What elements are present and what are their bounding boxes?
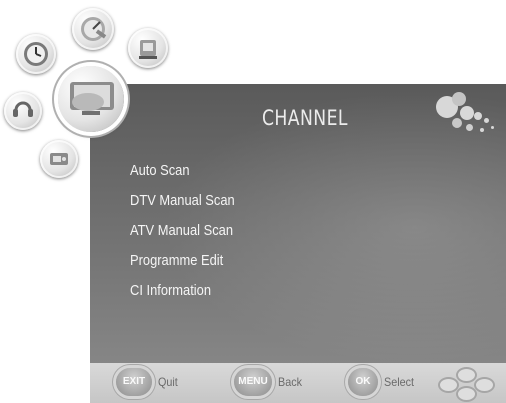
menu-title: CHANNEL [262,106,348,130]
channel-menu-panel: CHANNEL Auto Scan DTV Manual Scan ATV Ma… [90,84,506,403]
ok-button[interactable]: OK [348,368,378,396]
navigation-pad-icon [434,367,496,402]
quit-label: Quit [158,375,178,389]
clock-icon[interactable] [16,34,56,74]
brand-logo-icon [436,92,500,136]
gauge-icon[interactable] [72,8,114,50]
lock-icon[interactable] [128,28,168,68]
menu-item-atv-manual-scan[interactable]: ATV Manual Scan [130,216,235,246]
back-label: Back [278,375,303,389]
menu-button[interactable]: MENU [234,368,272,396]
footer-bar: EXIT Quit MENU Back OK Select [90,363,506,403]
menu-item-auto-scan[interactable]: Auto Scan [130,156,235,186]
select-label: Select [384,375,415,389]
exit-button[interactable]: EXIT [116,368,152,396]
settings-icon[interactable] [40,140,78,178]
menu-item-dtv-manual-scan[interactable]: DTV Manual Scan [130,186,235,216]
menu-item-ci-information[interactable]: CI Information [130,276,235,306]
channel-menu-list: Auto Scan DTV Manual Scan ATV Manual Sca… [130,156,252,306]
sound-icon[interactable] [4,92,42,130]
tv-channel-icon[interactable] [58,66,124,132]
menu-item-programme-edit[interactable]: Programme Edit [130,246,235,276]
